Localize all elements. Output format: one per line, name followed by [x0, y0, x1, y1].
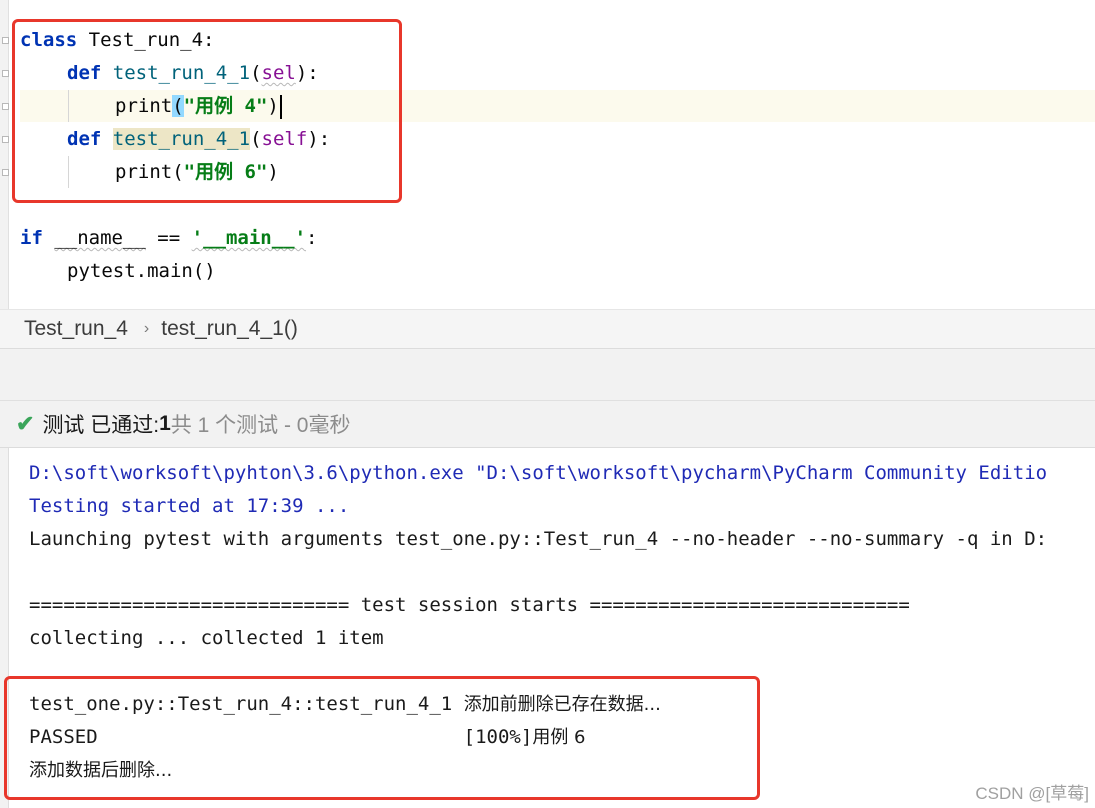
watermark: CSDN @[草莓] [975, 784, 1089, 803]
code-editor[interactable]: class Test_run_4: def test_run_4_1(sel):… [0, 0, 1095, 309]
fold-marker-icon[interactable] [2, 136, 9, 143]
fold-marker-icon[interactable] [2, 70, 9, 77]
console-line: Testing started at 17:39 ... [29, 495, 350, 517]
console-line: collecting ... collected 1 item [29, 627, 384, 649]
chevron-right-icon: › [143, 320, 150, 337]
status-passed-label: 测试 已通过: [42, 414, 160, 437]
fold-marker-icon[interactable] [2, 169, 9, 176]
keyword-if: if [20, 227, 43, 249]
console-line: ============================ test sessio… [29, 594, 910, 616]
fold-marker-icon[interactable] [2, 103, 9, 110]
test-status-bar: ✔ 测试 已通过: 1 共 1 个测试 - 0毫秒 [0, 400, 1095, 448]
code-line-main-call[interactable]: pytest.main() [67, 255, 216, 288]
status-total-text: 共 1 个测试 - 0毫秒 [170, 414, 351, 437]
annotation-box-code [12, 19, 402, 203]
run-console[interactable]: D:\soft\worksoft\pyhton\3.6\python.exe "… [0, 448, 1095, 808]
colon: : [306, 227, 318, 249]
breadcrumb-item-method[interactable]: test_run_4_1() [161, 317, 298, 341]
console-line: Launching pytest with arguments test_one… [29, 528, 1048, 550]
pytest-main-call: pytest.main() [67, 260, 216, 282]
fold-marker-icon[interactable] [2, 37, 9, 44]
operator: == [145, 227, 192, 249]
status-passed-count: 1 [159, 412, 171, 435]
breadcrumb-item-class[interactable]: Test_run_4 [24, 317, 128, 341]
breadcrumb: Test_run_4 › test_run_4_1() [0, 309, 1095, 349]
run-toolbar-area [0, 349, 1095, 400]
console-line: D:\soft\worksoft\pyhton\3.6\python.exe "… [29, 462, 1048, 484]
check-icon: ✔ [16, 411, 35, 436]
code-line-if[interactable]: if __name__ == '__main__': [20, 222, 317, 255]
annotation-box-output [4, 676, 760, 800]
dunder-name: __name__ [54, 227, 146, 249]
string-literal: '__main__' [191, 227, 307, 249]
editor-gutter [0, 0, 9, 309]
